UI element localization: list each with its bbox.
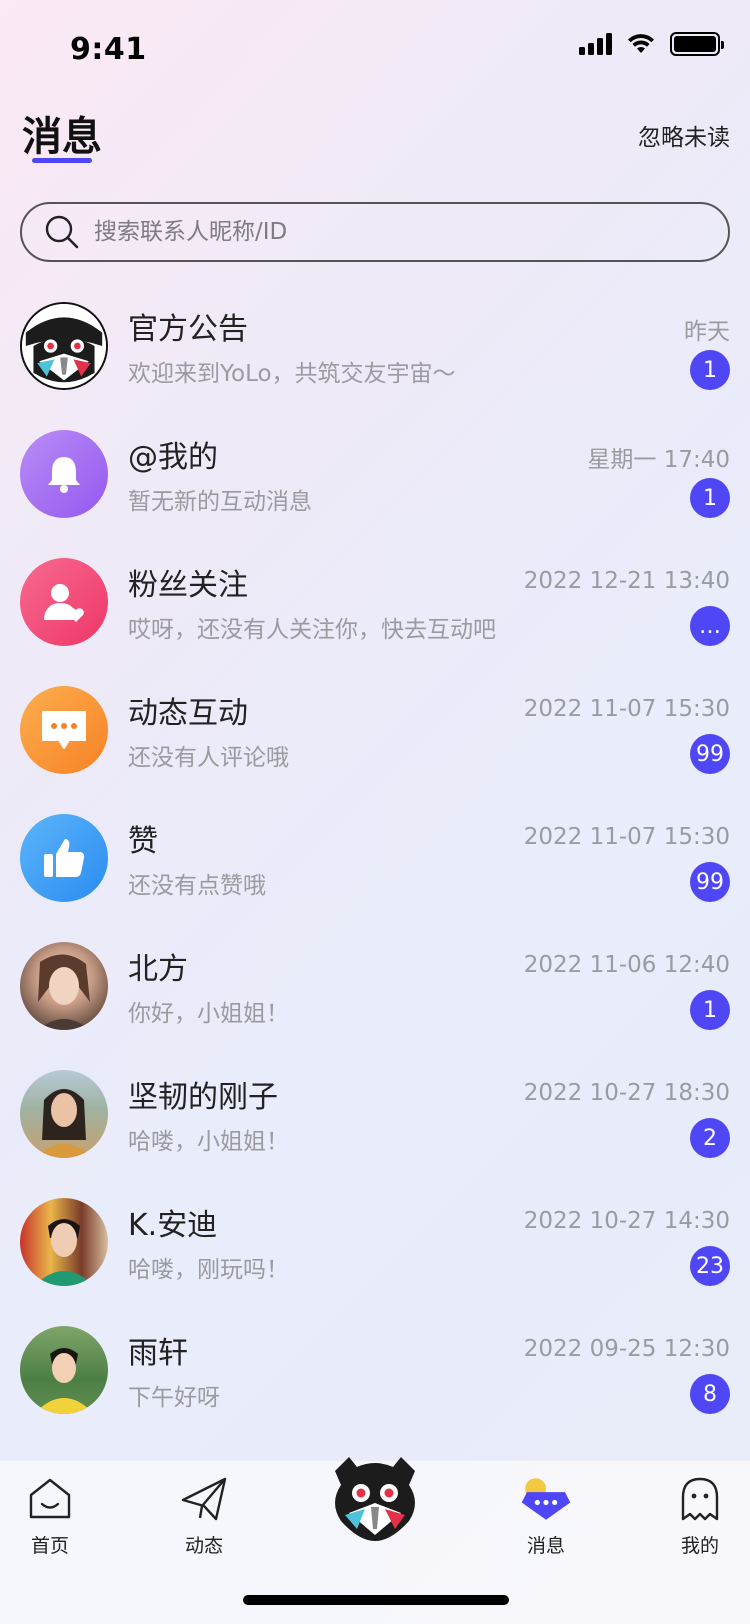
wifi-icon (628, 34, 654, 53)
contact-name: 赞 (128, 824, 158, 859)
page-title: 消息 (22, 114, 102, 160)
unread-badge: … (690, 606, 730, 646)
message-time: 2022 12-21 13:40 (523, 568, 730, 594)
status-icons (579, 32, 724, 56)
unread-badge: 1 (690, 350, 730, 390)
status-time: 9:41 (70, 32, 147, 67)
status-bar: 9:41 (0, 0, 750, 100)
message-time: 2022 10-27 14:30 (523, 1208, 730, 1234)
tab-me[interactable]: 我的 (650, 1473, 750, 1558)
mascot-avatar (20, 302, 108, 390)
message-preview: 哎呀，还没有人关注你，快去互动吧 (128, 617, 496, 643)
message-preview: 下午好呀 (128, 1385, 220, 1411)
bell-avatar (20, 430, 108, 518)
header: 消息 忽略未读 (0, 100, 750, 180)
tab-center-mascot[interactable] (325, 1449, 425, 1549)
list-item-chat[interactable]: 雨轩 下午好呀 2022 09-25 12:30 8 (0, 1314, 750, 1442)
signal-icon (579, 33, 612, 55)
contact-name: K.安迪 (128, 1208, 218, 1243)
search-icon (45, 215, 79, 249)
ignore-unread-button[interactable]: 忽略未读 (638, 118, 730, 152)
list-item-official[interactable]: 官方公告 欢迎来到YoLo，共筑交友宇宙～ 昨天 1 (0, 290, 750, 418)
message-preview: 哈喽，刚玩吗！ (128, 1257, 289, 1283)
unread-badge: 99 (690, 734, 730, 774)
unread-badge: 8 (690, 1374, 730, 1414)
mascot-icon (335, 1457, 415, 1541)
battery-icon (670, 32, 724, 56)
title-underline (32, 158, 92, 163)
message-preview: 暂无新的互动消息 (128, 489, 312, 515)
contact-name: @我的 (128, 440, 218, 475)
message-preview: 还没有人评论哦 (128, 745, 289, 771)
message-time: 2022 10-27 18:30 (523, 1080, 730, 1106)
list-item-followers[interactable]: 粉丝关注 哎呀，还没有人关注你，快去互动吧 2022 12-21 13:40 … (0, 546, 750, 674)
unread-badge: 99 (690, 862, 730, 902)
list-item-mentions[interactable]: @我的 暂无新的互动消息 星期一 17:40 1 (0, 418, 750, 546)
unread-badge: 1 (690, 478, 730, 518)
contact-name: 动态互动 (128, 696, 248, 731)
tab-messages-label: 消息 (526, 1535, 565, 1557)
message-preview: 哈喽，小姐姐！ (128, 1129, 289, 1155)
follower-icon (44, 584, 84, 622)
message-time: 昨天 (684, 319, 730, 345)
home-indicator (243, 1595, 509, 1605)
comment-avatar (20, 686, 108, 774)
tab-me-label: 我的 (680, 1535, 719, 1557)
follower-avatar (20, 558, 108, 646)
search-input[interactable] (94, 219, 654, 245)
list-item-chat[interactable]: K.安迪 哈喽，刚玩吗！ 2022 10-27 14:30 23 (0, 1186, 750, 1314)
user-avatar (20, 1070, 108, 1158)
unread-badge: 23 (690, 1246, 730, 1286)
message-bubble-icon (520, 1473, 572, 1525)
tab-feed[interactable]: 动态 (154, 1473, 254, 1558)
user-avatar (20, 942, 108, 1030)
tab-feed-label: 动态 (184, 1535, 223, 1557)
message-time: 星期一 17:40 (587, 447, 730, 473)
contact-name: 北方 (128, 952, 188, 987)
list-item-chat[interactable]: 坚韧的刚子 哈喽，小姐姐！ 2022 10-27 18:30 2 (0, 1058, 750, 1186)
thumbs-up-icon (44, 839, 85, 877)
search-box[interactable] (20, 202, 730, 262)
message-time: 2022 09-25 12:30 (523, 1336, 730, 1362)
list-item-chat[interactable]: 北方 你好，小姐姐！ 2022 11-06 12:40 1 (0, 930, 750, 1058)
contact-name: 雨轩 (128, 1336, 188, 1371)
message-list: 官方公告 欢迎来到YoLo，共筑交友宇宙～ 昨天 1 @我的 暂无新的互动消息 … (0, 290, 750, 1442)
paper-plane-icon (178, 1473, 230, 1525)
contact-name: 粉丝关注 (128, 568, 248, 603)
home-icon (24, 1473, 76, 1525)
list-item-likes[interactable]: 赞 还没有点赞哦 2022 11-07 15:30 99 (0, 802, 750, 930)
list-item-comments[interactable]: 动态互动 还没有人评论哦 2022 11-07 15:30 99 (0, 674, 750, 802)
user-avatar (20, 1326, 108, 1414)
user-avatar (20, 1198, 108, 1286)
comment-icon (42, 711, 86, 749)
message-preview: 还没有点赞哦 (128, 873, 266, 899)
message-time: 2022 11-06 12:40 (523, 952, 730, 978)
tab-messages[interactable]: 消息 (496, 1473, 596, 1558)
unread-badge: 2 (690, 1118, 730, 1158)
likes-avatar (20, 814, 108, 902)
bell-icon (48, 457, 80, 493)
tab-home-label: 首页 (30, 1535, 69, 1557)
message-time: 2022 11-07 15:30 (523, 824, 730, 850)
tab-home[interactable]: 首页 (0, 1473, 100, 1558)
contact-name: 官方公告 (128, 312, 248, 347)
profile-ghost-icon (674, 1473, 726, 1525)
contact-name: 坚韧的刚子 (128, 1080, 278, 1115)
message-preview: 你好，小姐姐！ (128, 1001, 289, 1027)
message-preview: 欢迎来到YoLo，共筑交友宇宙～ (128, 361, 456, 387)
unread-badge: 1 (690, 990, 730, 1030)
message-time: 2022 11-07 15:30 (523, 696, 730, 722)
